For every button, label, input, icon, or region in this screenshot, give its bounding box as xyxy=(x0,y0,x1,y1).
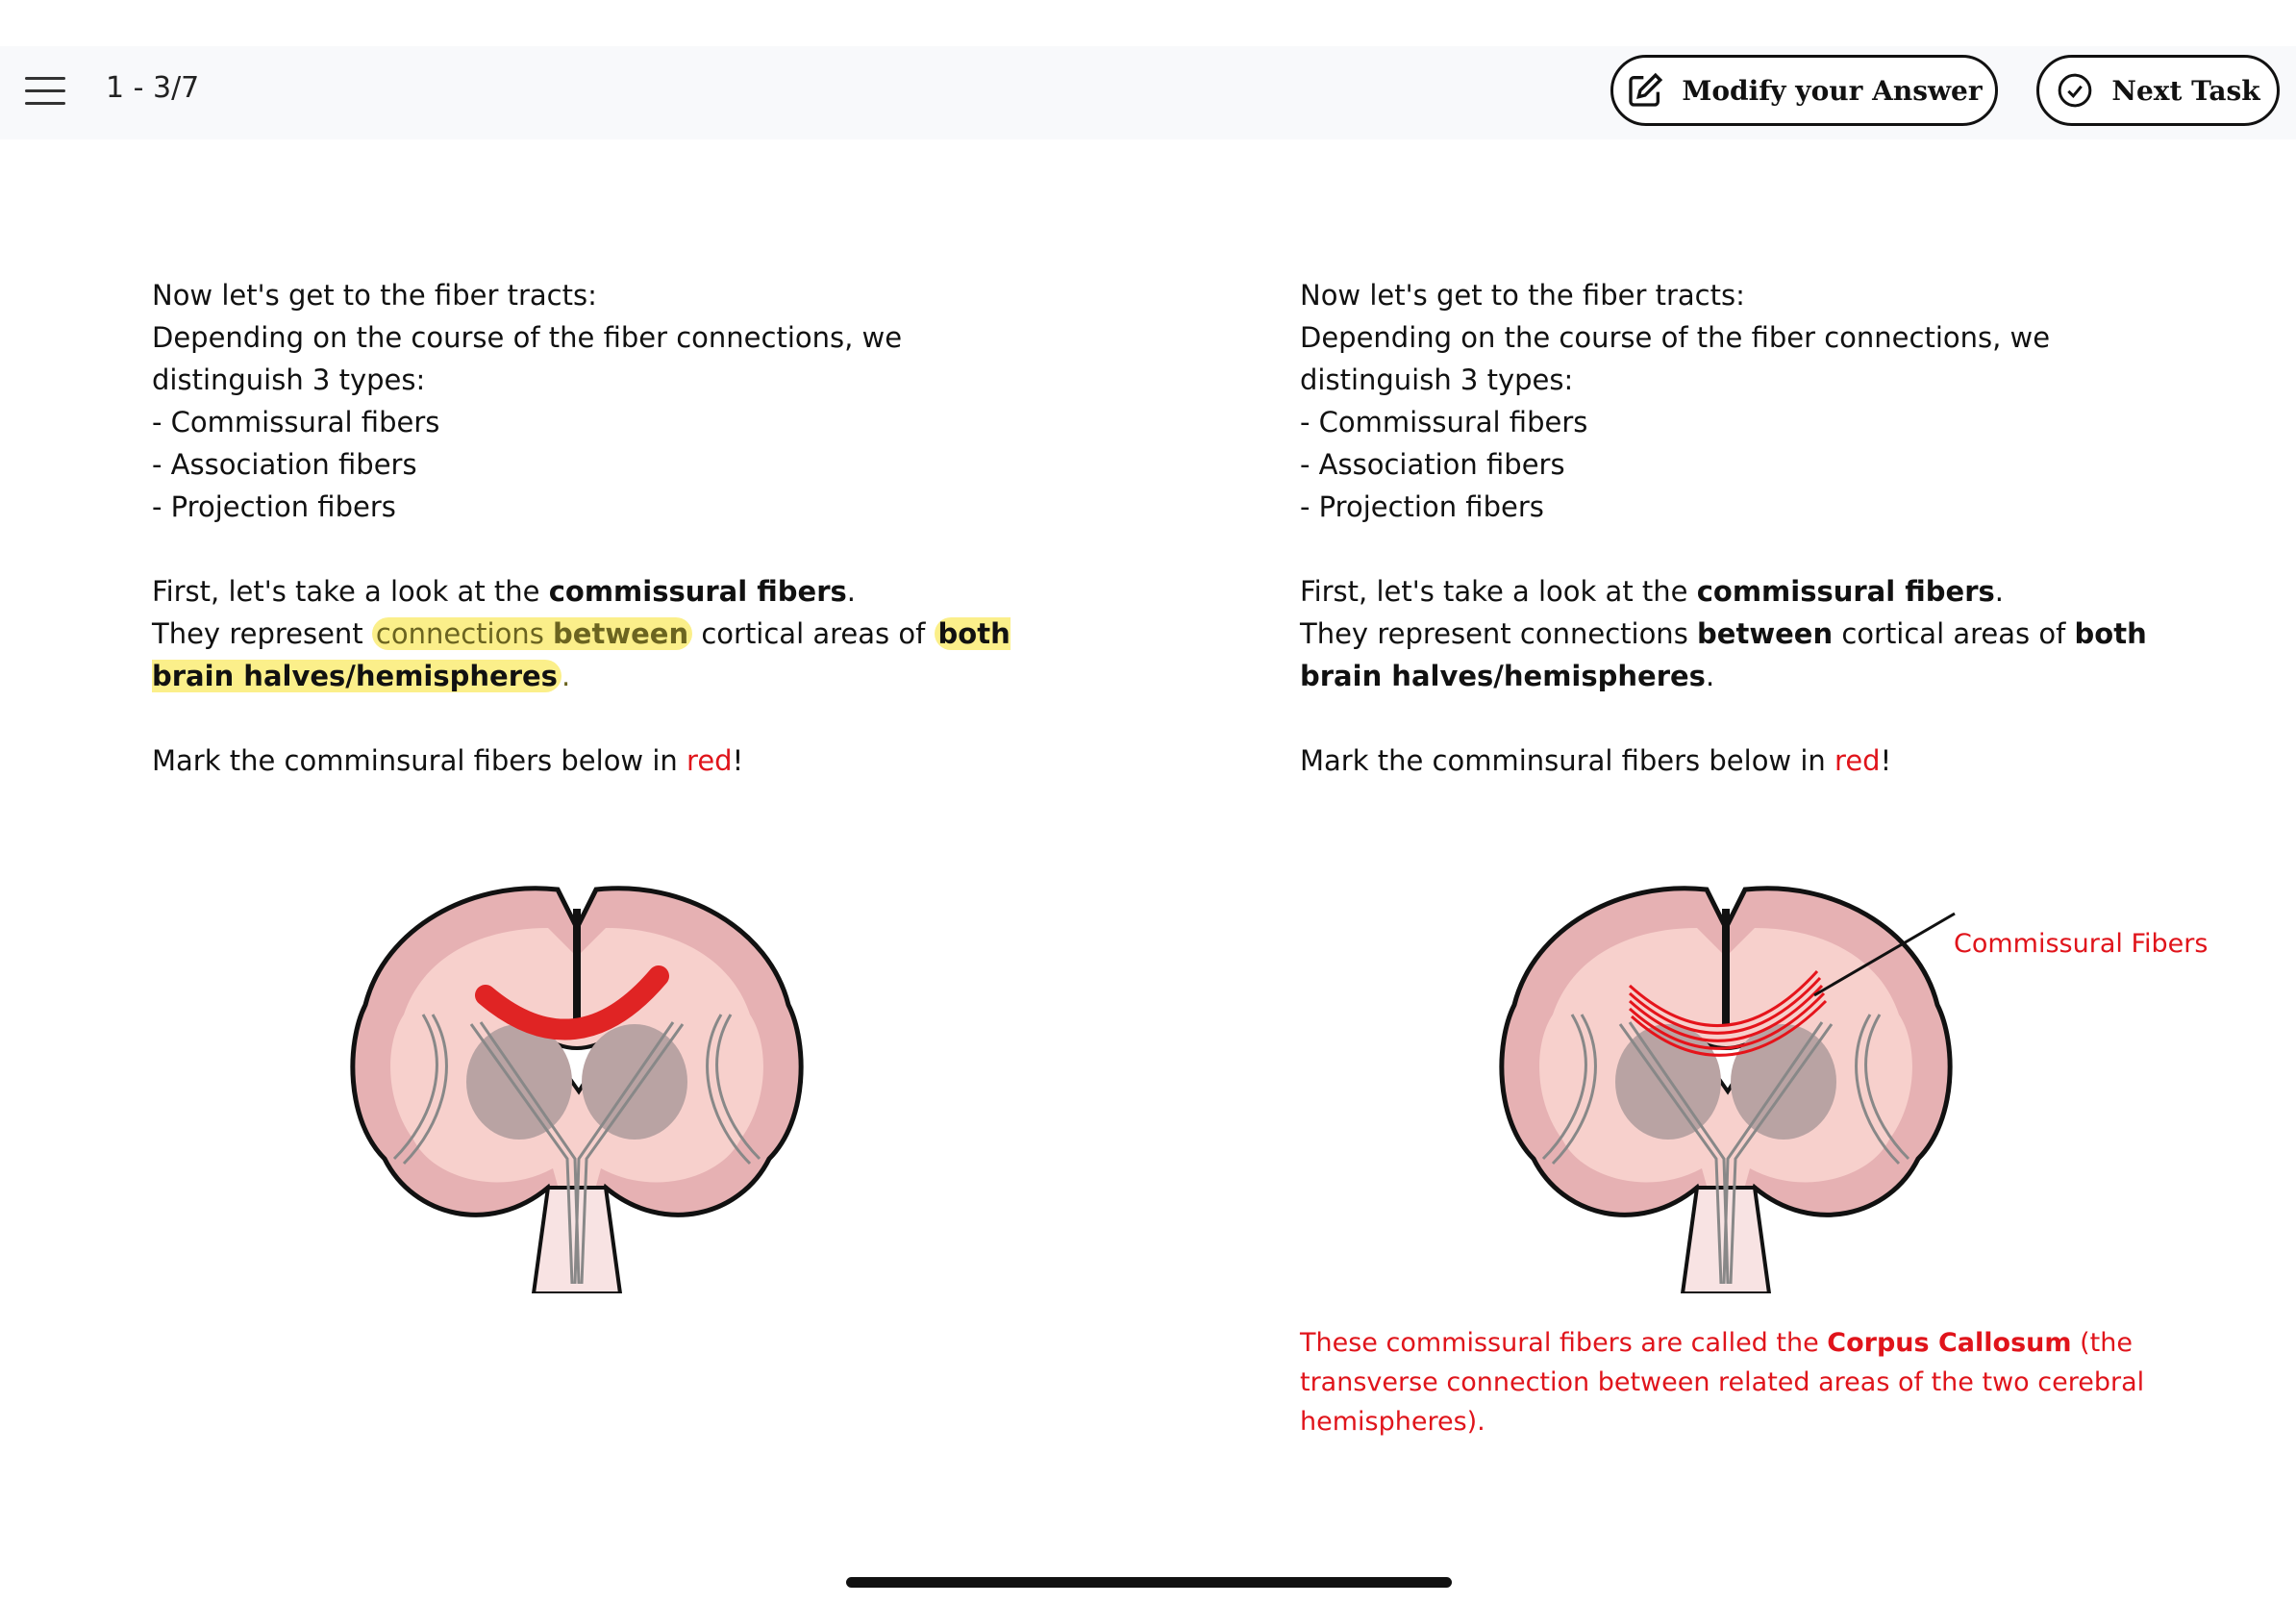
instruction-line: Mark the comminsural fibers below in red… xyxy=(1300,744,1892,777)
next-task-button[interactable]: Next Task xyxy=(2036,55,2280,126)
represent-line-highlighted: They represent connections between corti… xyxy=(152,617,1011,692)
intro-line: Now let's get to the fiber tracts: xyxy=(152,279,597,312)
question-text-left: Now let's get to the fiber tracts: Depen… xyxy=(152,274,1017,782)
commissural-fibers-label: Commissural Fibers xyxy=(1954,929,2209,959)
fiber-type: - Commissural fibers xyxy=(1300,406,1588,439)
modify-answer-button[interactable]: Modify your Answer xyxy=(1610,55,1998,126)
fiber-type: - Commissural fibers xyxy=(152,406,440,439)
represent-line: They represent connections between corti… xyxy=(1300,617,2147,692)
solution-note: These commissural fibers are called the … xyxy=(1300,1328,2145,1437)
instruction-line: Mark the comminsural fibers below in red… xyxy=(152,744,744,777)
intro-line: Depending on the course of the fiber con… xyxy=(1300,321,2051,396)
brain-diagram-solution xyxy=(1476,870,1956,1293)
home-indicator[interactable] xyxy=(846,1577,1452,1588)
fiber-type: - Association fibers xyxy=(1300,448,1565,481)
edit-icon xyxy=(1629,72,1663,107)
fiber-type: - Association fibers xyxy=(152,448,417,481)
task-progress: 1 - 3/7 xyxy=(106,71,200,105)
question-text-right: Now let's get to the fiber tracts: Depen… xyxy=(1300,274,2165,782)
modify-answer-label: Modify your Answer xyxy=(1682,74,1983,107)
intro-line: Now let's get to the fiber tracts: xyxy=(1300,279,1745,312)
fiber-type: - Projection fibers xyxy=(152,490,396,523)
intro-line: Depending on the course of the fiber con… xyxy=(152,321,903,396)
highlight: connections between xyxy=(371,617,693,650)
check-circle-icon xyxy=(2059,73,2092,108)
fiber-type: - Projection fibers xyxy=(1300,490,1544,523)
next-task-label: Next Task xyxy=(2111,74,2260,107)
first-line: First, let's take a look at the commissu… xyxy=(152,575,856,608)
brain-diagram-user[interactable] xyxy=(327,870,827,1293)
hamburger-icon[interactable] xyxy=(25,77,65,106)
first-line: First, let's take a look at the commissu… xyxy=(1300,575,2004,608)
